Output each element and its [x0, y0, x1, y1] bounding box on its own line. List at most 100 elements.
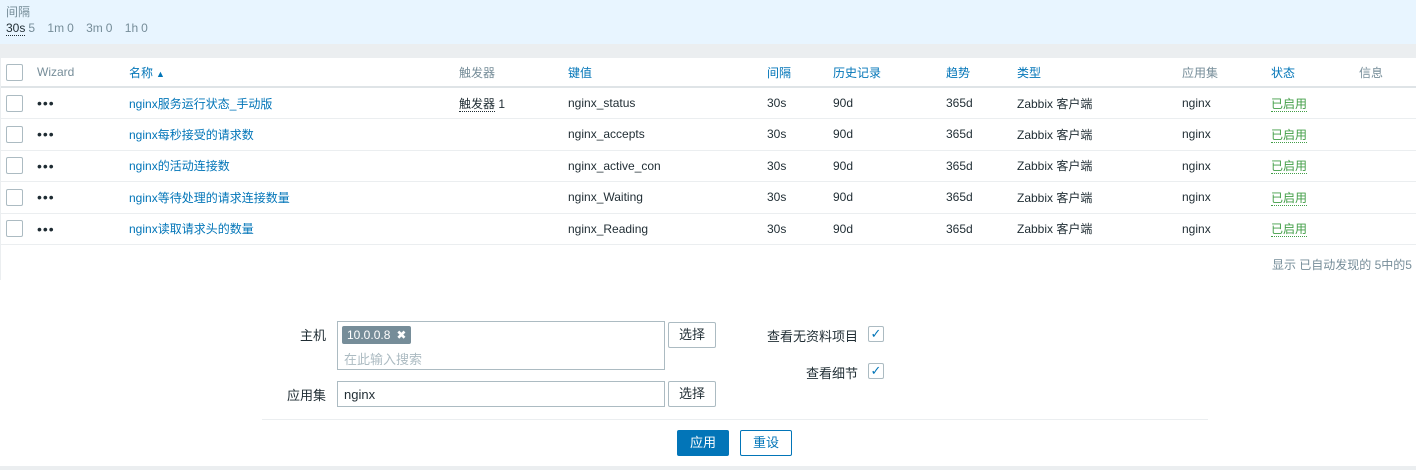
item-type: Zabbix 客户端 [1017, 87, 1182, 119]
header-name[interactable]: 名称 ▲ [129, 58, 459, 88]
select-all-header [0, 58, 37, 88]
item-trends: 365d [946, 150, 1017, 182]
item-type: Zabbix 客户端 [1017, 150, 1182, 182]
host-multiselect[interactable]: 10.0.0.8 ✖ 在此输入搜索 [337, 321, 665, 370]
item-application: nginx [1182, 87, 1271, 119]
table-header-row: Wizard 名称 ▲ 触发器 键值 间隔 历史记录 趋势 类型 应用集 状态 信… [0, 58, 1416, 88]
item-info [1359, 150, 1416, 182]
show-details-checkbox[interactable]: ✓ [868, 363, 884, 379]
item-trends: 365d [946, 87, 1017, 119]
item-name-link[interactable]: nginx每秒接受的请求数 [129, 128, 254, 142]
items-table: Wizard 名称 ▲ 触发器 键值 间隔 历史记录 趋势 类型 应用集 状态 信… [0, 58, 1416, 245]
show-no-data-checkbox[interactable]: ✓ [868, 326, 884, 342]
item-type: Zabbix 客户端 [1017, 118, 1182, 151]
item-application: nginx [1182, 213, 1271, 245]
item-interval: 30s [767, 213, 833, 245]
status-toggle[interactable]: 已启用 [1271, 96, 1308, 112]
table-row: ••• nginx服务运行状态_手动版 触发器 1 nginx_status 3… [0, 87, 1416, 119]
item-history: 90d [833, 87, 946, 119]
header-interval[interactable]: 间隔 [767, 58, 833, 88]
item-info [1359, 181, 1416, 214]
interval-option-30s[interactable]: 30s 5 [6, 21, 35, 36]
interval-options: 30s 5 1m 0 3m 0 1h 0 [6, 21, 157, 36]
wizard-menu-icon[interactable]: ••• [37, 150, 129, 182]
row-checkbox[interactable] [6, 94, 23, 112]
item-type: Zabbix 客户端 [1017, 181, 1182, 214]
wizard-menu-icon[interactable]: ••• [37, 118, 129, 151]
row-checkbox[interactable] [6, 157, 23, 175]
application-select-button[interactable]: 选择 [668, 381, 717, 407]
item-history: 90d [833, 150, 946, 182]
item-name-link[interactable]: nginx等待处理的请求连接数量 [129, 191, 290, 205]
bottom-border [0, 466, 1416, 470]
item-history: 90d [833, 213, 946, 245]
interval-filter-title: 间隔 [6, 5, 31, 19]
row-checkbox[interactable] [6, 220, 23, 238]
item-interval: 30s [767, 181, 833, 214]
wizard-menu-icon[interactable]: ••• [37, 181, 129, 214]
status-toggle[interactable]: 已启用 [1271, 222, 1308, 238]
application-input[interactable] [337, 381, 665, 407]
item-info [1359, 118, 1416, 151]
table-row: ••• nginx读取请求头的数量 nginx_Reading 30s 90d … [0, 213, 1416, 245]
table-row: ••• nginx的活动连接数 nginx_active_con 30s 90d… [0, 150, 1416, 182]
item-name-link[interactable]: nginx的活动连接数 [129, 159, 230, 173]
table-footer-count: 显示 已自动发现的 5中的5 [1271, 258, 1412, 272]
form-divider [262, 419, 1208, 420]
item-interval: 30s [767, 150, 833, 182]
interval-option-1m[interactable]: 1m 0 [47, 21, 73, 35]
wizard-menu-icon[interactable]: ••• [37, 87, 129, 119]
header-history[interactable]: 历史记录 [833, 58, 946, 88]
reset-button[interactable]: 重设 [740, 430, 792, 456]
section-separator [0, 44, 1416, 58]
status-toggle[interactable]: 已启用 [1271, 127, 1308, 143]
item-history: 90d [833, 181, 946, 214]
row-checkbox[interactable] [6, 188, 23, 206]
apply-button[interactable]: 应用 [677, 430, 729, 456]
interval-option-1h[interactable]: 1h 0 [125, 21, 148, 35]
host-select-button[interactable]: 选择 [668, 322, 717, 348]
status-toggle[interactable]: 已启用 [1271, 190, 1308, 206]
item-interval: 30s [767, 118, 833, 151]
item-application: nginx [1182, 181, 1271, 214]
header-status[interactable]: 状态 [1271, 58, 1359, 88]
table-left-border [0, 58, 1, 280]
items-table-container: Wizard 名称 ▲ 触发器 键值 间隔 历史记录 趋势 类型 应用集 状态 信… [0, 58, 1416, 245]
status-toggle[interactable]: 已启用 [1271, 159, 1308, 175]
header-applications: 应用集 [1182, 58, 1271, 88]
item-trends: 365d [946, 118, 1017, 151]
interval-option-3m[interactable]: 3m 0 [86, 21, 112, 35]
interval-filter: 间隔 30s 5 1m 0 3m 0 1h 0 [0, 0, 1416, 44]
item-name-link[interactable]: nginx服务运行状态_手动版 [129, 97, 272, 111]
select-all-checkbox[interactable] [6, 63, 23, 81]
remove-chip-icon[interactable]: ✖ [396, 328, 406, 342]
table-row: ••• nginx等待处理的请求连接数量 nginx_Waiting 30s 9… [0, 181, 1416, 214]
item-trends: 365d [946, 181, 1017, 214]
sort-asc-icon: ▲ [156, 68, 165, 79]
header-key[interactable]: 键值 [568, 58, 767, 88]
item-info [1359, 213, 1416, 245]
header-trends[interactable]: 趋势 [946, 58, 1017, 88]
header-info: 信息 [1359, 58, 1416, 88]
show-details-label: 查看细节 [805, 366, 858, 381]
item-key: nginx_Reading [568, 213, 767, 245]
header-type[interactable]: 类型 [1017, 58, 1182, 88]
wizard-menu-icon[interactable]: ••• [37, 213, 129, 245]
show-no-data-label: 查看无资料项目 [766, 329, 858, 344]
application-label: 应用集 [286, 388, 326, 403]
item-key: nginx_accepts [568, 118, 767, 151]
header-wizard: Wizard [37, 58, 129, 88]
triggers-count: 1 [498, 96, 506, 111]
item-name-link[interactable]: nginx读取请求头的数量 [129, 222, 254, 236]
triggers-link[interactable]: 触发器 [459, 96, 496, 112]
item-application: nginx [1182, 150, 1271, 182]
item-key: nginx_Waiting [568, 181, 767, 214]
header-triggers: 触发器 [459, 58, 568, 88]
host-chip: 10.0.0.8 ✖ [342, 326, 412, 344]
item-interval: 30s [767, 87, 833, 119]
row-checkbox[interactable] [6, 125, 23, 143]
table-row: ••• nginx每秒接受的请求数 nginx_accepts 30s 90d … [0, 118, 1416, 151]
item-trends: 365d [946, 213, 1017, 245]
host-search-placeholder[interactable]: 在此输入搜索 [344, 349, 422, 368]
item-info [1359, 87, 1416, 119]
